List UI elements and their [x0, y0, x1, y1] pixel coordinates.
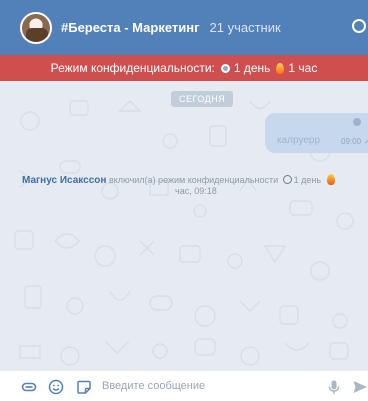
sticker-icon[interactable]	[76, 379, 92, 395]
timer-icon	[282, 175, 292, 184]
send-icon[interactable]	[352, 379, 368, 395]
day-separator: СЕГОДНЯ	[171, 91, 234, 107]
privacy-timer-hour: 1 час	[288, 61, 318, 75]
chat-avatar[interactable]	[20, 11, 52, 44]
chat-window: #Береста - Маркетинг 21 участник Режим к…	[0, 0, 368, 401]
system-message-line-2: час, 09:18	[22, 186, 368, 197]
system-message-timer-hour: час	[175, 186, 190, 196]
fire-icon	[276, 62, 285, 74]
chat-title[interactable]: #Береста - Маркетинг	[61, 20, 200, 35]
read-check-icon: ✓	[364, 137, 368, 146]
self-destruct-timer-icon	[353, 118, 361, 126]
members-count[interactable]: 21 участник	[210, 20, 281, 35]
chat-header: #Береста - Маркетинг 21 участник	[0, 0, 368, 55]
emoji-icon[interactable]	[48, 379, 64, 395]
system-message-timer-day: 1 день	[293, 175, 322, 185]
privacy-mode-label: Режим конфиденциальности:	[50, 61, 215, 75]
message-list[interactable]: СЕГОДНЯ калруерр 09:00 ✓ Магнус Исакссон…	[0, 81, 368, 371]
timer-icon	[220, 63, 230, 73]
fire-icon	[326, 174, 335, 185]
privacy-timer-day: 1 день	[233, 61, 271, 75]
system-message-author[interactable]: Магнус Исакссон	[22, 175, 106, 186]
privacy-mode-banner: Режим конфиденциальности: 1 день 1 час	[0, 55, 368, 81]
message-input[interactable]: Введите сообщение	[102, 380, 205, 392]
attach-icon[interactable]	[21, 379, 37, 395]
header-menu-icon[interactable]	[352, 19, 366, 33]
microphone-icon[interactable]	[326, 379, 342, 395]
system-message: Магнус Исакссон включил(а) режим конфиде…	[22, 174, 368, 197]
system-message-text: включил(а) режим конфиденциальности	[108, 175, 279, 185]
message-time: 09:00	[341, 137, 362, 146]
message-composer: Введите сообщение	[0, 371, 368, 401]
outgoing-message[interactable]: калруерр 09:00 ✓	[265, 113, 368, 153]
system-message-time: , 09:18	[189, 186, 217, 196]
message-text: калруерр	[277, 135, 321, 146]
